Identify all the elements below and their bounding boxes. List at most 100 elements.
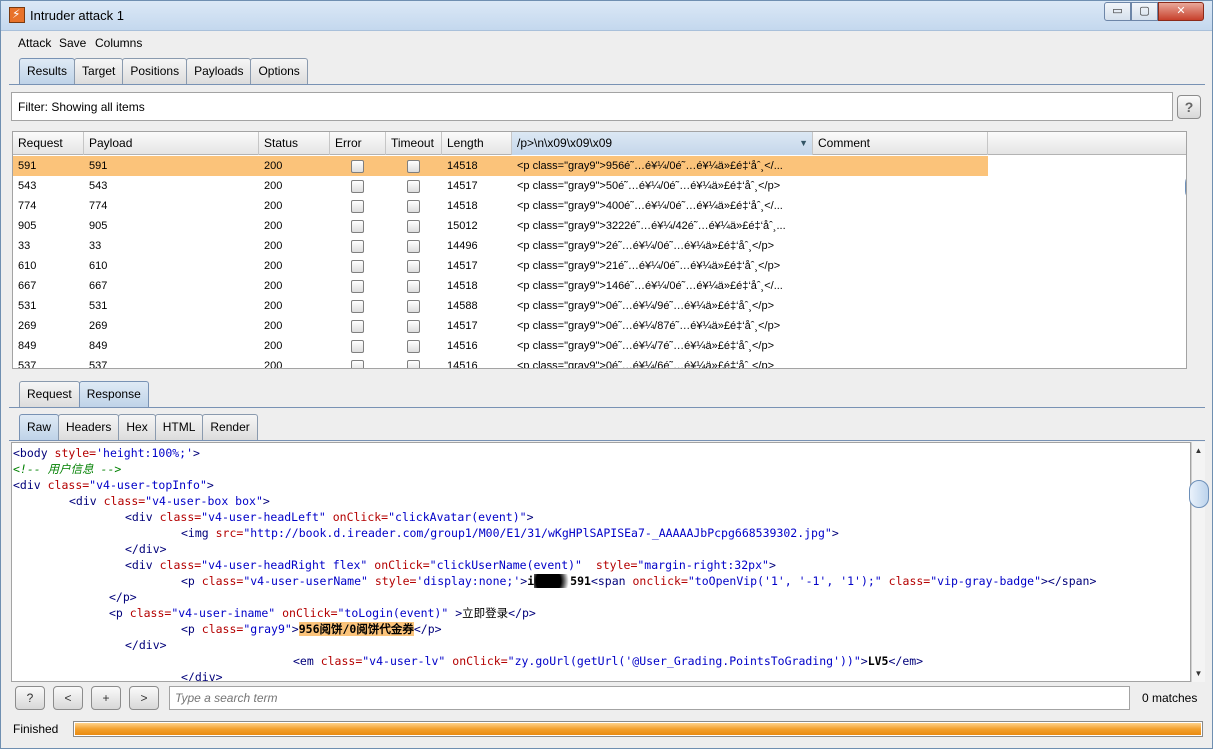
redacted-username <box>534 574 571 588</box>
code-tag: <div <box>125 558 153 572</box>
error-checkbox <box>351 260 364 273</box>
cell-status: 200 <box>264 280 283 292</box>
code-value: "margin-right:32px" <box>637 558 769 572</box>
scroll-up-icon[interactable]: ▲ <box>1192 444 1205 457</box>
minimize-button[interactable]: ▭ <box>1104 2 1131 21</box>
cell-payload: 543 <box>89 180 108 192</box>
code-tag: <div <box>13 478 41 492</box>
search-matches: 0 matches <box>1142 691 1198 705</box>
search-help-button[interactable]: ? <box>15 686 45 710</box>
filter-bar[interactable]: Filter: Showing all items <box>11 92 1173 121</box>
view-tabs: Raw Headers Hex HTML Render <box>19 414 258 440</box>
cell-payload: 905 <box>89 220 108 232</box>
code-attr: class= <box>194 574 244 588</box>
timeout-checkbox <box>407 160 420 173</box>
cell-length: 14517 <box>447 180 478 192</box>
cell-request: 269 <box>18 320 37 332</box>
tab-options[interactable]: Options <box>250 58 308 84</box>
code-tag: <body <box>13 446 48 460</box>
table-scroll-thumb[interactable] <box>1185 173 1186 201</box>
table-row[interactable]: 591 591 200 14518 <p class="gray9">956é˜…é¥¼… <box>13 156 988 176</box>
cell-comment <box>813 316 988 336</box>
tab-html[interactable]: HTML <box>154 414 204 440</box>
col-status[interactable]: Status <box>259 132 330 155</box>
error-checkbox <box>351 220 364 233</box>
tab-raw[interactable]: Raw <box>19 414 60 440</box>
table-row[interactable]: 543 543 200 14517 <p class="gray9">50é˜…é¥¼/… <box>13 176 988 196</box>
col-grep[interactable]: /p>\n\x09\x09\x09 ▼ <box>512 132 813 155</box>
search-input[interactable] <box>169 686 1130 710</box>
col-payload[interactable]: Payload <box>84 132 259 155</box>
status-bar: Finished <box>9 719 1205 741</box>
menu-columns[interactable]: Columns <box>95 36 142 50</box>
table-row[interactable]: 531 531 200 14588 <p class="gray9">0é˜…é¥¼/9… <box>13 296 988 316</box>
cell-grep: <p class="gray9">0é˜…é¥¼/87é˜…é¥¼ä»£é‡‘å… <box>517 320 781 332</box>
table-row[interactable]: 610 610 200 14517 <p class="gray9">21é˜…é¥¼/… <box>13 256 988 276</box>
col-timeout[interactable]: Timeout <box>386 132 442 155</box>
cell-status: 200 <box>264 260 283 272</box>
col-length[interactable]: Length <box>442 132 512 155</box>
code-tag: <em <box>293 654 314 668</box>
table-row[interactable]: 905 905 200 15012 <p class="gray9">3222é˜…é¥… <box>13 216 988 236</box>
timeout-checkbox <box>407 220 420 233</box>
cell-payload: 667 <box>89 280 108 292</box>
menu-save[interactable]: Save <box>59 36 86 50</box>
scroll-down-icon[interactable]: ▼ <box>1192 667 1205 680</box>
cell-payload: 849 <box>89 340 108 352</box>
tab-positions[interactable]: Positions <box>122 58 188 84</box>
col-error[interactable]: Error <box>330 132 386 155</box>
code-value: "v4-user-iname" <box>171 606 276 620</box>
search-prev-button[interactable]: < <box>53 686 83 710</box>
tab-headers[interactable]: Headers <box>58 414 120 440</box>
error-checkbox <box>351 360 364 368</box>
table-row[interactable]: 537 537 200 14516 <p class="gray9">0é˜…é¥¼/6… <box>13 356 988 369</box>
col-comment[interactable]: Comment <box>813 132 988 155</box>
table-row[interactable]: 849 849 200 14516 <p class="gray9">0é˜…é¥¼/7… <box>13 336 988 356</box>
table-row[interactable]: 667 667 200 14518 <p class="gray9">146é˜…é¥¼… <box>13 276 988 296</box>
col-request[interactable]: Request <box>13 132 84 155</box>
code-tag: <p <box>181 622 195 636</box>
tab-results[interactable]: Results <box>19 58 76 84</box>
cell-length: 14496 <box>447 240 478 252</box>
table-row[interactable]: 774 774 200 14518 <p class="gray9">400é˜…é¥¼… <box>13 196 988 216</box>
response-scroll-thumb[interactable] <box>1189 480 1209 508</box>
window-title: Intruder attack 1 <box>30 8 124 23</box>
cell-payload: 591 <box>89 160 108 172</box>
cell-comment <box>813 276 988 296</box>
code-tag: > <box>860 654 868 668</box>
code-attr: class= <box>313 654 363 668</box>
cell-comment <box>813 196 988 216</box>
cell-grep: <p class="gray9">0é˜…é¥¼/9é˜…é¥¼ä»£é‡‘åˆ… <box>517 300 775 312</box>
menu-attack[interactable]: Attack <box>18 36 51 50</box>
close-button[interactable]: ✕ <box>1158 2 1204 21</box>
tab-hex[interactable]: Hex <box>118 414 156 440</box>
filter-help-button[interactable]: ? <box>1177 95 1201 119</box>
code-tag: > <box>262 494 270 508</box>
cell-grep: <p class="gray9">21é˜…é¥¼/0é˜…é¥¼ä»£é‡‘å… <box>517 260 781 272</box>
tab-response[interactable]: Response <box>78 381 149 407</box>
code-attr: onClick= <box>275 606 338 620</box>
maximize-button[interactable]: ▢ <box>1131 2 1158 21</box>
table-row[interactable]: 33 33 200 14496 <p class="gray9">2é˜…é¥¼/0é˜… <box>13 236 988 256</box>
timeout-checkbox <box>407 280 420 293</box>
cell-comment <box>813 256 988 276</box>
code-tag: <p <box>109 606 123 620</box>
tab-target[interactable]: Target <box>74 58 124 84</box>
cell-comment <box>813 336 988 356</box>
response-raw-view[interactable]: <body style='height:100%;'> <!-- 用户信息 --… <box>11 442 1191 682</box>
tab-request[interactable]: Request <box>19 381 80 407</box>
table-row[interactable]: 269 269 200 14517 <p class="gray9">0é˜…é¥¼/8… <box>13 316 988 336</box>
code-attr: class= <box>96 494 146 508</box>
response-scrollbar[interactable]: ▲ ▼ <box>1189 442 1209 682</box>
cell-length: 14588 <box>447 300 478 312</box>
error-checkbox <box>351 200 364 213</box>
code-tag: </div> <box>125 542 167 556</box>
cell-grep: <p class="gray9">0é˜…é¥¼/6é˜…é¥¼ä»£é‡‘åˆ… <box>517 360 775 369</box>
pane-splitter[interactable] <box>9 371 1205 375</box>
username-text: i <box>527 574 535 588</box>
tab-payloads[interactable]: Payloads <box>186 58 252 84</box>
tab-render[interactable]: Render <box>202 414 258 440</box>
title-bar[interactable]: Intruder attack 1 ▭ ▢ ✕ <box>1 1 1212 31</box>
search-next-button[interactable]: > <box>129 686 159 710</box>
search-add-button[interactable]: + <box>91 686 121 710</box>
